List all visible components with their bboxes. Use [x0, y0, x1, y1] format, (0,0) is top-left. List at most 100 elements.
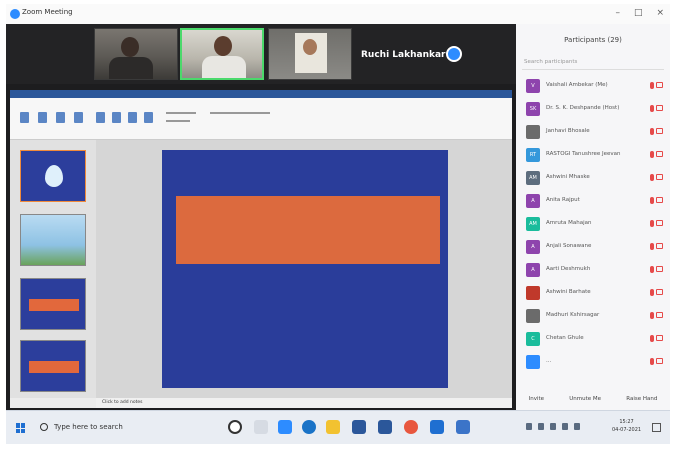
- participant-avatar: [526, 355, 540, 369]
- participant-avatar: [526, 309, 540, 323]
- muted-mic-icon: [650, 197, 654, 204]
- participant-avatar: AM: [526, 171, 540, 185]
- chevron-up-icon[interactable]: [538, 423, 544, 430]
- participant-row[interactable]: C Chetan Ghule: [516, 329, 670, 349]
- slide-thumbnail[interactable]: [20, 340, 86, 392]
- ribbon-tool-icon[interactable]: [38, 112, 47, 123]
- system-tray: [526, 423, 580, 430]
- muted-mic-icon: [650, 220, 654, 227]
- participant-row[interactable]: Madhuri Kshirsagar: [516, 306, 670, 326]
- network-icon[interactable]: [526, 423, 532, 430]
- participant-row[interactable]: Janhavi Bhosale: [516, 122, 670, 142]
- slide-thumbnail[interactable]: [20, 278, 86, 330]
- battery-icon[interactable]: [562, 423, 568, 430]
- window-title: Zoom Meeting: [22, 8, 73, 16]
- taskbar-clock[interactable]: 15:27 04-07-2021: [612, 418, 641, 434]
- slide-text-box[interactable]: [176, 196, 440, 264]
- store-icon[interactable]: [352, 420, 366, 434]
- ppt-title-bar: [10, 90, 512, 98]
- participant-name: RASTOGI Tanushree Jeevan: [546, 151, 621, 157]
- clock-date: 04-07-2021: [612, 427, 642, 433]
- app-icon[interactable]: [430, 420, 444, 434]
- participant-search-input[interactable]: Search participants: [522, 56, 664, 70]
- participant-avatar: [526, 125, 540, 139]
- participant-row[interactable]: SK Dr. S. K. Deshpande (Host): [516, 99, 670, 119]
- office-icon[interactable]: [404, 420, 418, 434]
- participant-avatar: A: [526, 263, 540, 277]
- file-explorer-icon[interactable]: [326, 420, 340, 434]
- powerpoint-taskbar-icon[interactable]: [456, 420, 470, 434]
- taskbar-search[interactable]: Type here to search: [38, 419, 198, 437]
- notification-icon[interactable]: [652, 423, 661, 432]
- ribbon-tool-icon[interactable]: [74, 112, 83, 123]
- participant-name: Anita Rajput: [546, 197, 580, 203]
- ribbon-tool-icon[interactable]: [96, 112, 105, 123]
- close-button[interactable]: ×: [656, 8, 664, 18]
- participant-avatar: RT: [526, 148, 540, 162]
- participant-name: Aarti Deshmukh: [546, 266, 591, 272]
- slide-thumbnail[interactable]: [20, 150, 86, 202]
- language-icon[interactable]: [574, 423, 580, 430]
- windows-start-icon[interactable]: [16, 423, 26, 433]
- task-view-icon[interactable]: [254, 420, 268, 434]
- participant-video-active[interactable]: [180, 28, 264, 80]
- participant-row[interactable]: RT RASTOGI Tanushree Jeevan: [516, 145, 670, 165]
- participant-row[interactable]: A Anjali Sonawane: [516, 237, 670, 257]
- participant-row[interactable]: AM Amruta Mahajan: [516, 214, 670, 234]
- invite-button[interactable]: Invite: [529, 396, 544, 402]
- participant-avatar: SK: [526, 102, 540, 116]
- video-off-icon: [656, 82, 663, 88]
- word-icon[interactable]: [378, 420, 392, 434]
- muted-mic-icon: [650, 105, 654, 112]
- unmute-me-button[interactable]: Unmute Me: [569, 396, 601, 402]
- video-off-icon: [656, 289, 663, 295]
- ribbon-tool-icon[interactable]: [20, 112, 29, 123]
- zoom-taskbar-icon[interactable]: [278, 420, 292, 434]
- active-speaker-name: Ruchi Lakhankar: [361, 50, 446, 60]
- muted-mic-icon: [650, 82, 654, 89]
- video-off-icon: [656, 220, 663, 226]
- notes-pane[interactable]: Click to add notes: [96, 398, 512, 408]
- slide-thumbnail-panel: [10, 140, 96, 398]
- muted-mic-icon: [650, 128, 654, 135]
- volume-icon[interactable]: [550, 423, 556, 430]
- participant-avatar: [526, 286, 540, 300]
- participant-avatar: C: [526, 332, 540, 346]
- maximize-button[interactable]: □: [634, 8, 643, 18]
- search-icon: [40, 423, 48, 431]
- ribbon-tool-icon[interactable]: [56, 112, 65, 123]
- muted-mic-icon: [650, 289, 654, 296]
- video-off-icon: [656, 243, 663, 249]
- participant-avatar: AM: [526, 217, 540, 231]
- video-off-icon: [656, 174, 663, 180]
- participant-row[interactable]: A Anita Rajput: [516, 191, 670, 211]
- participant-video[interactable]: [268, 28, 352, 80]
- minimize-button[interactable]: –: [615, 8, 620, 18]
- edge-icon[interactable]: [302, 420, 316, 434]
- participant-row[interactable]: Ashwini Barhate: [516, 283, 670, 303]
- participant-name: Vaishali Ambekar (Me): [546, 82, 608, 88]
- participants-panel: Participants (29) Search participants VV…: [516, 24, 670, 410]
- participant-row[interactable]: ...: [516, 352, 670, 372]
- participant-avatar: A: [526, 194, 540, 208]
- participant-row[interactable]: A Aarti Deshmukh: [516, 260, 670, 280]
- participant-row[interactable]: AM Ashwini Mhaske: [516, 168, 670, 188]
- meeting-area: Ruchi Lakhankar Click to add notes: [6, 24, 516, 410]
- participant-avatar: A: [526, 240, 540, 254]
- slide-thumbnail[interactable]: [20, 214, 86, 266]
- participant-name: Ashwini Mhaske: [546, 174, 590, 180]
- ribbon-tool-icon[interactable]: [144, 112, 153, 123]
- cortana-icon[interactable]: [228, 420, 242, 434]
- raise-hand-button[interactable]: Raise Hand: [626, 396, 657, 402]
- share-status-icon[interactable]: [446, 46, 462, 62]
- participant-name: Madhuri Kshirsagar: [546, 312, 600, 318]
- muted-mic-icon: [650, 243, 654, 250]
- ribbon-tool-icon[interactable]: [112, 112, 121, 123]
- zoom-logo-icon: [10, 9, 20, 19]
- ribbon-tool-icon[interactable]: [128, 112, 137, 123]
- taskbar-search-placeholder: Type here to search: [54, 423, 123, 431]
- participant-row[interactable]: V Vaishali Ambekar (Me): [516, 76, 670, 96]
- participant-video[interactable]: [94, 28, 178, 80]
- current-slide[interactable]: [162, 150, 448, 388]
- participants-footer: Invite Unmute Me Raise Hand: [516, 396, 670, 402]
